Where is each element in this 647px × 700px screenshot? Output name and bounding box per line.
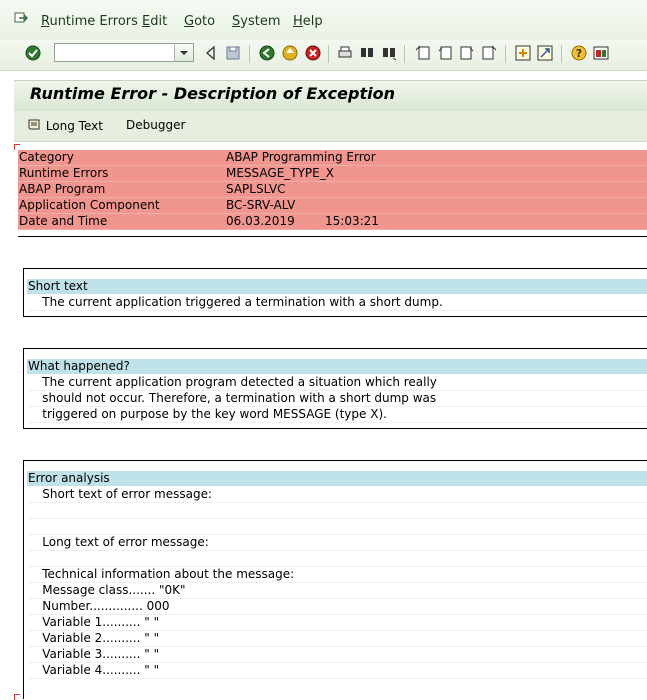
text-line: Technical information about the message: (27, 567, 647, 583)
menu-edit[interactable]: Edit (142, 14, 167, 29)
command-dropdown-button[interactable] (174, 44, 193, 61)
find-next-icon[interactable] (380, 44, 398, 62)
text-line: should not occur. Therefore, a terminati… (27, 391, 647, 407)
save-icon[interactable] (224, 44, 242, 62)
last-page-icon[interactable] (480, 44, 498, 62)
command-input[interactable] (55, 44, 179, 61)
title-bar: Runtime Error - Description of Exception (14, 80, 647, 112)
menu-system[interactable]: System (232, 14, 281, 29)
runtime-errors-label: Runtime Errors (19, 166, 109, 180)
text-line (27, 519, 647, 535)
table-row: Date and Time 06.03.2019 15:03:21 (18, 214, 647, 230)
create-session-icon[interactable] (514, 44, 532, 62)
menu-help[interactable]: Help (293, 14, 323, 29)
selection-marker (14, 694, 20, 700)
enter-icon[interactable] (24, 44, 42, 62)
category-label: Category (19, 150, 74, 164)
table-row: Runtime Errors MESSAGE_TYPE_X (18, 166, 647, 182)
text-line: triggered on purpose by the key word MES… (27, 407, 647, 423)
long-text-button[interactable]: Long Text (26, 118, 103, 133)
menu-goto[interactable]: Goto (184, 14, 215, 29)
abap-program-label: ABAP Program (19, 182, 106, 196)
text-line: Variable 3.......... " " (27, 647, 647, 663)
command-field[interactable] (54, 43, 194, 62)
table-row: ABAP Program SAPLSLVC (18, 182, 647, 198)
exit-icon[interactable] (281, 44, 299, 62)
menu-help-label: elp (302, 14, 323, 29)
abap-program-value: SAPLSLVC (226, 182, 286, 196)
menu-goto-label: oto (194, 14, 216, 29)
long-text-label: Long Text (45, 119, 103, 133)
print-icon[interactable] (336, 44, 354, 62)
menu-edit-label: dit (150, 14, 168, 29)
what-happened-section: What happened? The current application p… (23, 348, 647, 429)
text-line: Message class....... "0K" (27, 583, 647, 599)
date-time-label: Date and Time (19, 214, 108, 228)
runtime-error-header-table: Category ABAP Programming Error Runtime … (18, 150, 647, 237)
shortcut-icon[interactable] (536, 44, 554, 62)
menu-system-label: ystem (240, 14, 281, 29)
text-line: Short text of error message: (27, 487, 647, 503)
debugger-button[interactable]: Debugger (126, 118, 185, 132)
text-line: Variable 1.......... " " (27, 615, 647, 631)
text-line: Number.............. 000 (27, 599, 647, 615)
text-line (27, 551, 647, 567)
cancel-icon[interactable] (304, 44, 322, 62)
text-line: The current application program detected… (27, 375, 647, 391)
section-header: What happened? (27, 359, 647, 374)
next-page-icon[interactable] (458, 44, 476, 62)
nav-back-icon[interactable] (258, 44, 276, 62)
text-line: Variable 4.......... " " (27, 663, 647, 679)
first-page-icon[interactable] (414, 44, 432, 62)
back-icon[interactable] (202, 44, 220, 62)
text-line: Long text of error message: (27, 535, 647, 551)
short-text-section: Short text The current application trigg… (23, 268, 647, 317)
table-row: Application Component BC-SRV-ALV (18, 198, 647, 214)
page-title: Runtime Error - Description of Exception (30, 84, 395, 103)
time-value: 15:03:21 (325, 214, 379, 228)
application-component-label: Application Component (19, 198, 160, 212)
toolbar-separator (328, 45, 329, 63)
toolbar-separator (249, 45, 250, 63)
customize-layout-icon[interactable] (592, 44, 610, 62)
menu-icon[interactable] (14, 12, 28, 25)
scroll-icon (28, 119, 40, 130)
text-line: The current application triggered a term… (27, 295, 647, 311)
chevron-down-icon (180, 51, 188, 55)
runtime-errors-value: MESSAGE_TYPE_X (226, 166, 334, 180)
find-icon[interactable] (358, 44, 376, 62)
debugger-label: Debugger (126, 118, 186, 132)
section-header: Short text (27, 279, 647, 294)
help-icon[interactable]: ? (570, 44, 588, 62)
section-header: Error analysis (27, 471, 647, 486)
svg-text:?: ? (576, 47, 582, 60)
menu-runtime-errors[interactable]: Runtime Errors (41, 14, 138, 29)
table-row: Category ABAP Programming Error (18, 150, 647, 166)
date-value: 06.03.2019 (226, 214, 295, 228)
application-component-value: BC-SRV-ALV (226, 198, 296, 212)
toolbar-separator (505, 45, 506, 63)
text-line: Variable 2.......... " " (27, 631, 647, 647)
toolbar-separator (561, 45, 562, 63)
category-value: ABAP Programming Error (226, 150, 376, 164)
toolbar-separator (404, 45, 405, 63)
previous-page-icon[interactable] (436, 44, 454, 62)
application-toolbar: Long Text Debugger (14, 111, 647, 142)
text-line (27, 503, 647, 519)
error-analysis-section: Error analysis Short text of error messa… (23, 460, 647, 699)
menu-runtime-errors-label: untime Errors (49, 14, 138, 29)
standard-toolbar: ? (0, 40, 647, 71)
menu-bar: Runtime Errors Edit Goto System Help (0, 0, 647, 41)
